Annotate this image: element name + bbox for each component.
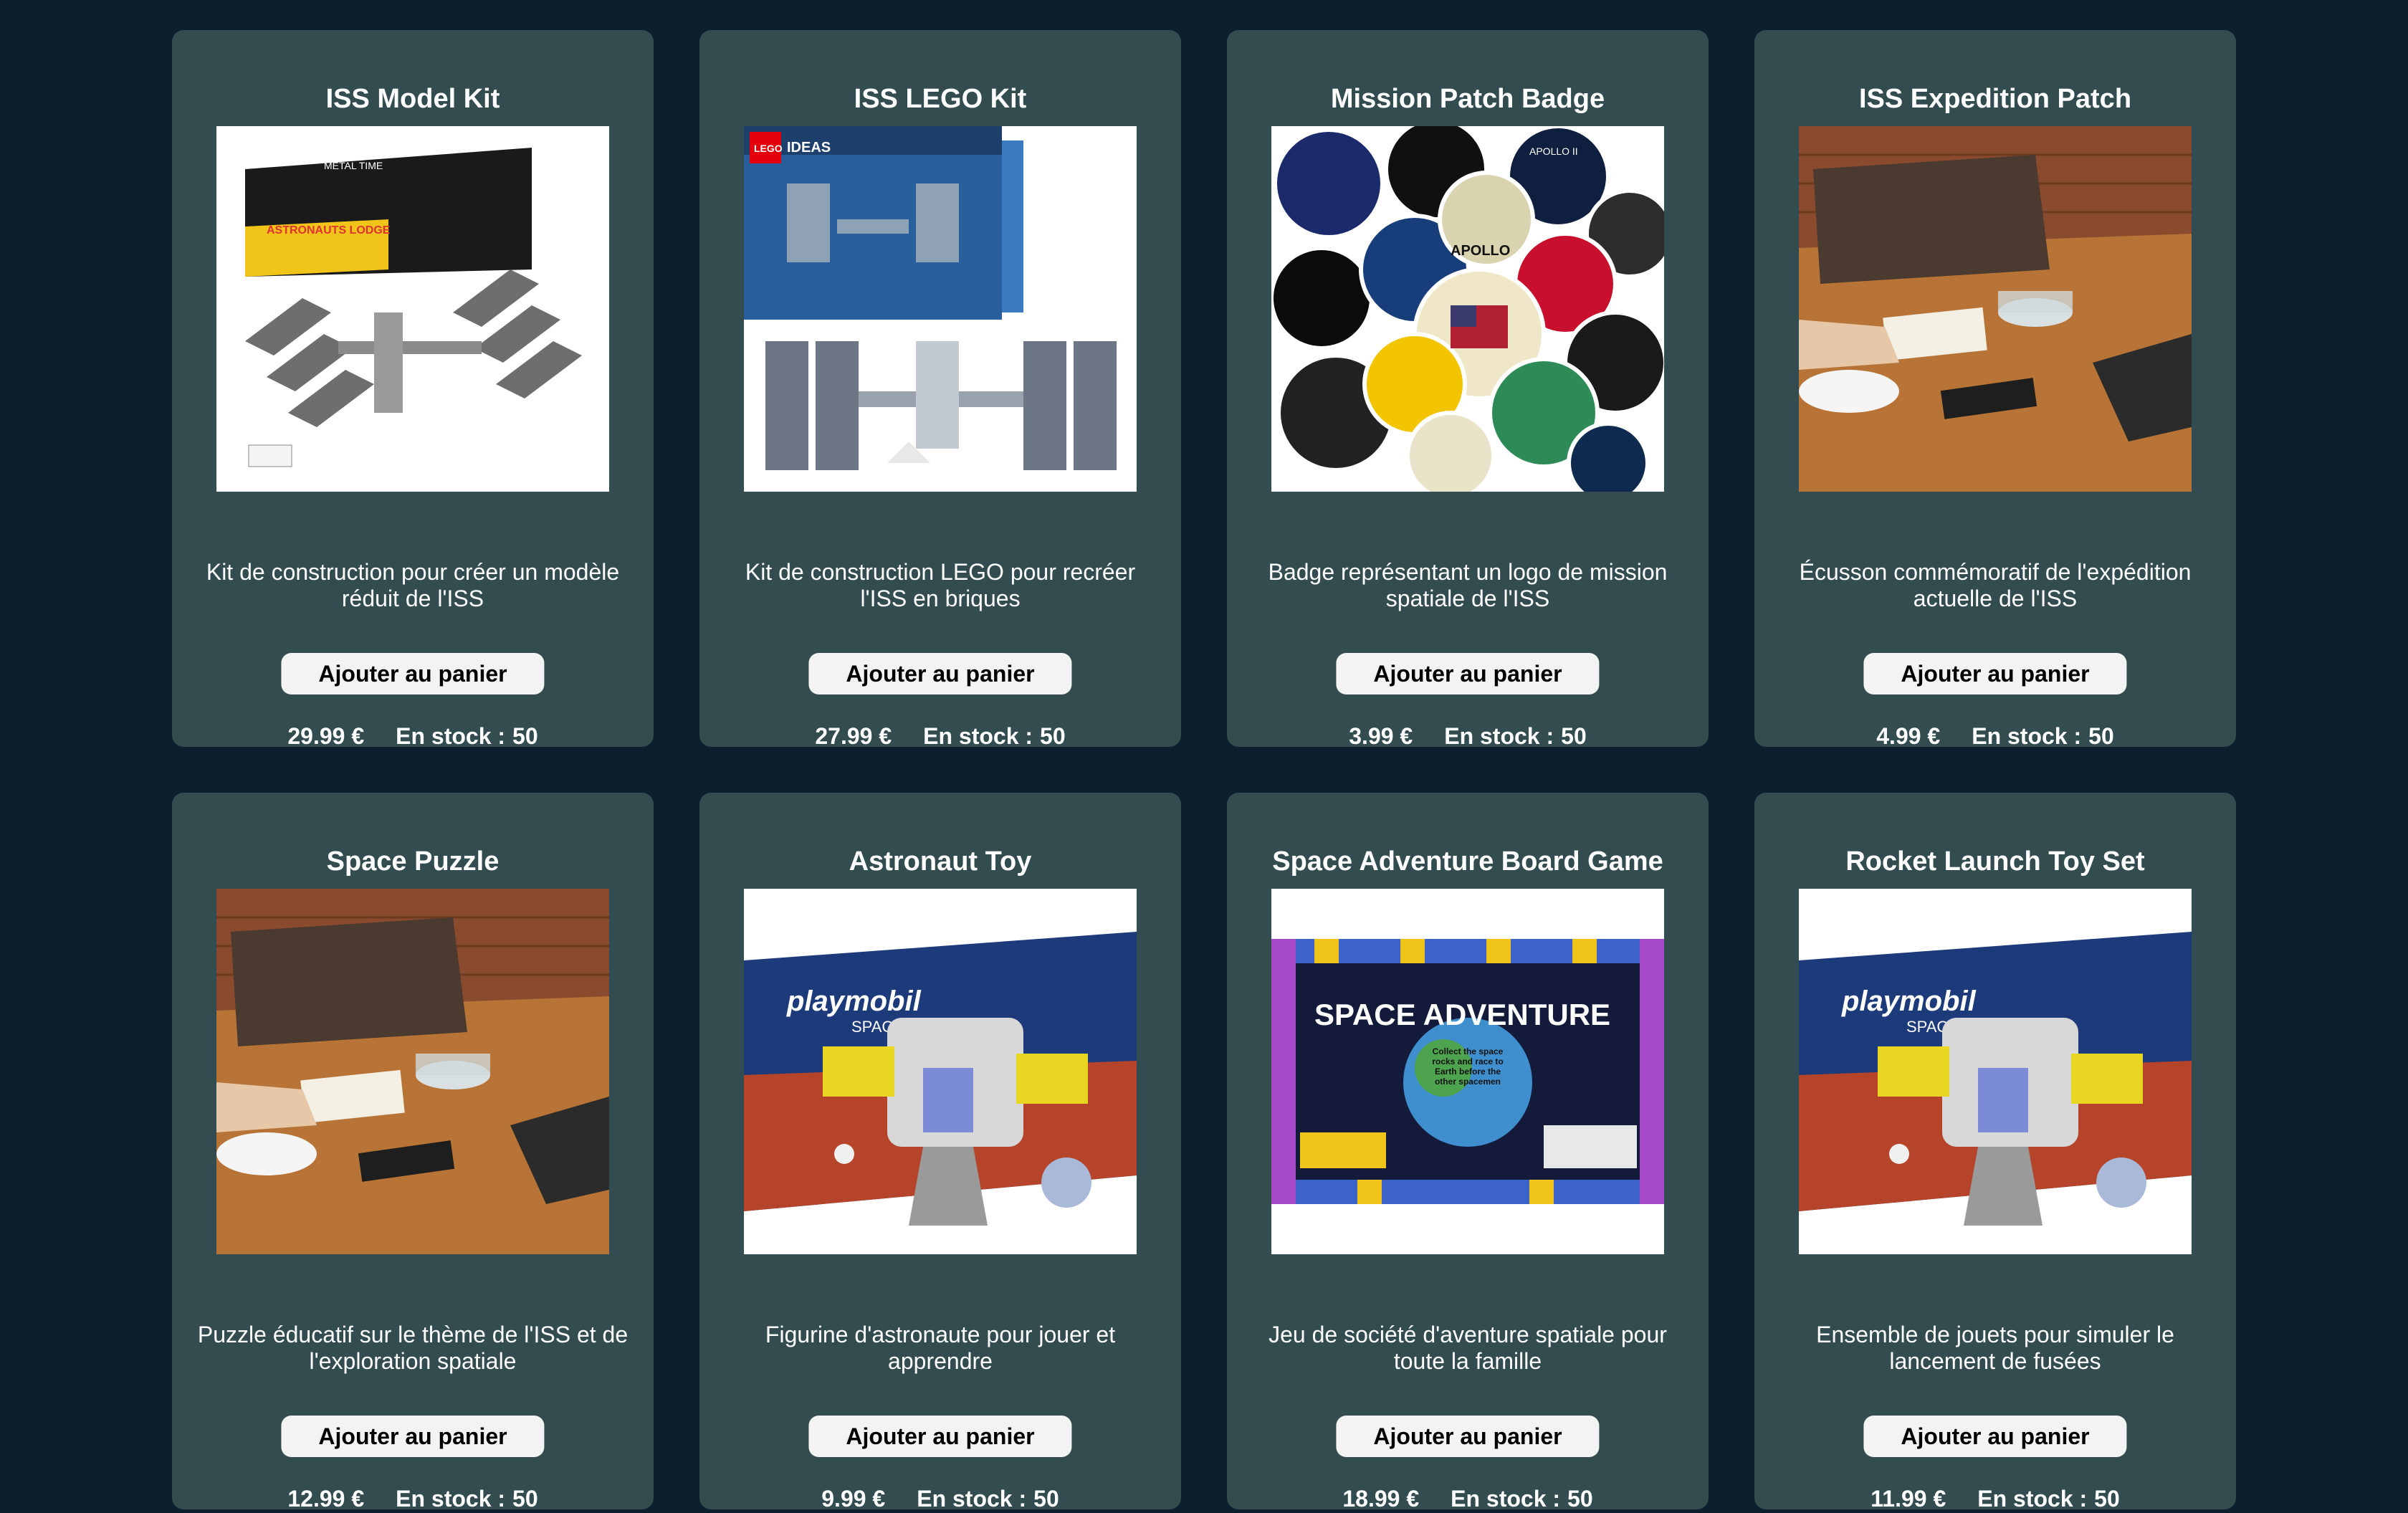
- table-desk-photo: [216, 889, 609, 1254]
- product-description: Kit de construction pour créer un modèle…: [206, 559, 620, 611]
- stock-count: 50: [512, 1486, 538, 1512]
- stock-count: 50: [1040, 723, 1066, 749]
- product-footer: 18.99 € En stock : 50: [1227, 1484, 1709, 1513]
- product-title: Space Adventure Board Game: [1272, 846, 1663, 877]
- stock-label: En stock :: [396, 723, 506, 749]
- stock-info: En stock : 50: [1972, 722, 2114, 750]
- stock-label: En stock :: [1972, 723, 2082, 749]
- iss-model-kit-box-image: METAL TIME ASTRONAUTS LODGE: [216, 126, 609, 492]
- box-brand: METAL TIME: [324, 160, 383, 171]
- stock-count: 50: [1567, 1486, 1593, 1512]
- product-image: METAL TIME ASTRONAUTS LODGE: [216, 126, 609, 492]
- product-title: Space Puzzle: [326, 846, 500, 877]
- box-label: IDEAS: [787, 140, 831, 156]
- product-price: 18.99 €: [1342, 1486, 1420, 1512]
- stock-label: En stock :: [396, 1486, 506, 1512]
- product-title: ISS Model Kit: [325, 84, 500, 114]
- product-description: Écusson commémoratif de l'expédition act…: [1799, 559, 2192, 611]
- add-to-cart-button[interactable]: Ajouter au panier: [1336, 1416, 1600, 1457]
- product-description: Kit de construction LEGO pour recréer l'…: [745, 559, 1136, 611]
- product-title: Rocket Launch Toy Set: [1845, 846, 2145, 877]
- product-card: ISS Model Kit METAL TIME ASTRONAUTS LODG…: [172, 30, 654, 750]
- product-image: [1799, 126, 2192, 492]
- stock-count: 50: [2094, 1486, 2120, 1512]
- product-card: ISS Expedition Patch Écusson commémorati…: [1754, 30, 2236, 750]
- product-footer: 4.99 € En stock : 50: [1754, 722, 2236, 750]
- board-subtitle: Collect the space rocks and race to Eart…: [1432, 1046, 1504, 1087]
- product-price: 9.99 €: [821, 1486, 886, 1512]
- iss-lego-kit-box-image: LEGO IDEAS: [744, 126, 1137, 492]
- product-image: playmobil SPACE: [1799, 889, 2192, 1254]
- stock-label: En stock :: [1977, 1486, 2088, 1512]
- product-card: Mission Patch Badge APOLLO APOLLO II Bad…: [1227, 30, 1709, 750]
- stock-count: 50: [512, 723, 538, 749]
- add-to-cart-button[interactable]: Ajouter au panier: [808, 653, 1072, 695]
- stock-info: En stock : 50: [396, 722, 538, 750]
- stock-info: En stock : 50: [1451, 1484, 1593, 1513]
- product-footer: 12.99 € En stock : 50: [172, 1484, 654, 1513]
- product-title: Astronaut Toy: [849, 846, 1032, 877]
- product-price: 12.99 €: [287, 1486, 365, 1512]
- stock-label: En stock :: [923, 723, 1033, 749]
- box-brand: LEGO: [754, 143, 783, 154]
- product-description: Ensemble de jouets pour simuler le lance…: [1816, 1322, 2174, 1374]
- product-image: LEGO IDEAS: [744, 126, 1137, 492]
- stock-info: En stock : 50: [396, 1484, 538, 1513]
- product-card: Rocket Launch Toy Set playmobil SPACE En…: [1754, 793, 2236, 1512]
- product-price: 29.99 €: [287, 723, 365, 749]
- product-footer: 29.99 € En stock : 50: [172, 722, 654, 750]
- product-footer: 27.99 € En stock : 50: [699, 722, 1181, 750]
- add-to-cart-button[interactable]: Ajouter au panier: [1863, 653, 2127, 695]
- product-price: 4.99 €: [1876, 723, 1941, 749]
- patch-text: APOLLO: [1451, 243, 1510, 259]
- product-image: SPACE ADVENTURE Collect the space rocks …: [1271, 889, 1664, 1254]
- stock-count: 50: [2088, 723, 2114, 749]
- product-card: Space Adventure Board Game SPACE ADVENTU…: [1227, 793, 1709, 1512]
- mission-patches-image: APOLLO APOLLO II: [1271, 126, 1664, 492]
- product-price: 3.99 €: [1349, 723, 1413, 749]
- product-card: Astronaut Toy playmobil SPACE Figurine d…: [699, 793, 1181, 1512]
- product-description: Badge représentant un logo de mission sp…: [1268, 559, 1668, 611]
- stock-info: En stock : 50: [1977, 1484, 2120, 1513]
- product-title: ISS LEGO Kit: [854, 84, 1027, 114]
- product-footer: 11.99 € En stock : 50: [1754, 1484, 2236, 1513]
- add-to-cart-button[interactable]: Ajouter au panier: [1863, 1416, 2127, 1457]
- stock-count: 50: [1561, 723, 1587, 749]
- stock-info: En stock : 50: [923, 722, 1066, 750]
- stock-info: En stock : 50: [917, 1484, 1059, 1513]
- box-brand: playmobil: [1841, 985, 1977, 1017]
- product-title: Mission Patch Badge: [1330, 84, 1605, 114]
- add-to-cart-button[interactable]: Ajouter au panier: [281, 1416, 545, 1457]
- stock-label: En stock :: [1444, 723, 1554, 749]
- playmobil-space-box-image: playmobil SPACE: [1799, 889, 2192, 1254]
- product-footer: 3.99 € En stock : 50: [1227, 722, 1709, 750]
- space-adventure-board-image: SPACE ADVENTURE Collect the space rocks …: [1271, 889, 1664, 1254]
- product-image: [216, 889, 609, 1254]
- product-description: Jeu de société d'aventure spatiale pour …: [1268, 1322, 1667, 1374]
- product-footer: 9.99 € En stock : 50: [699, 1484, 1181, 1513]
- product-image: playmobil SPACE: [744, 889, 1137, 1254]
- add-to-cart-button[interactable]: Ajouter au panier: [808, 1416, 1072, 1457]
- box-label: ASTRONAUTS LODGE: [267, 224, 391, 237]
- table-desk-photo: [1799, 126, 2192, 492]
- stock-label: En stock :: [917, 1486, 1027, 1512]
- product-card: Space Puzzle Puzzle éducatif sur le thèm…: [172, 793, 654, 1512]
- add-to-cart-button[interactable]: Ajouter au panier: [281, 653, 545, 695]
- product-description: Puzzle éducatif sur le thème de l'ISS et…: [197, 1322, 629, 1374]
- stock-count: 50: [1033, 1486, 1059, 1512]
- playmobil-space-box-image: playmobil SPACE: [744, 889, 1137, 1254]
- product-price: 11.99 €: [1870, 1486, 1946, 1512]
- product-price: 27.99 €: [815, 723, 892, 749]
- stock-label: En stock :: [1451, 1486, 1561, 1512]
- box-brand: playmobil: [786, 985, 922, 1017]
- product-description: Figurine d'astronaute pour jouer et appr…: [765, 1322, 1116, 1374]
- product-image: APOLLO APOLLO II: [1271, 126, 1664, 492]
- product-grid: ISS Model Kit METAL TIME ASTRONAUTS LODG…: [172, 30, 2236, 1512]
- product-title: ISS Expedition Patch: [1858, 84, 2132, 114]
- product-card: ISS LEGO Kit LEGO IDEAS Kit de construct…: [699, 30, 1181, 750]
- patch-text-2: APOLLO II: [1529, 145, 1578, 157]
- add-to-cart-button[interactable]: Ajouter au panier: [1336, 653, 1600, 695]
- board-title: SPACE ADVENTURE: [1314, 998, 1610, 1031]
- stock-info: En stock : 50: [1444, 722, 1587, 750]
